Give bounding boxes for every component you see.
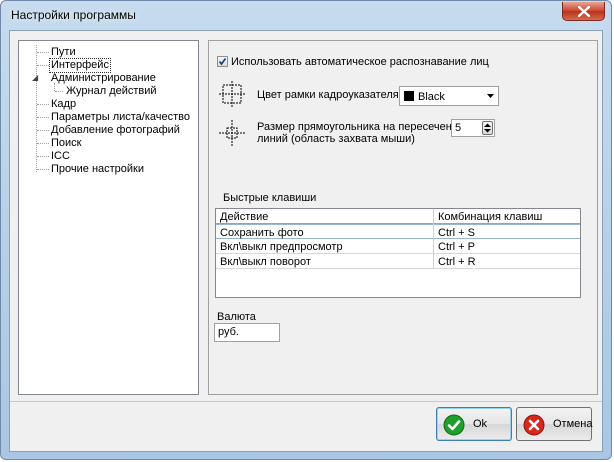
rect-size-spinner[interactable]: 5: [451, 119, 495, 137]
checkmark-icon: [218, 58, 227, 66]
tree-collapse-icon[interactable]: ◢: [32, 73, 38, 82]
hotkey-combo: Ctrl + R: [438, 256, 476, 268]
dialog-client-area: ◢ Пути Интерфейс Администрирование Журна…: [9, 30, 603, 452]
hotkeys-group-label: Быстрые клавиши: [223, 192, 317, 204]
hotkey-combo: Ctrl + S: [438, 227, 475, 239]
hotkeys-grid[interactable]: Действие Комбинация клавиш Сохранить фот…: [215, 208, 581, 298]
tree-connector: [37, 130, 49, 131]
currency-field[interactable]: [214, 323, 280, 342]
tree-connector: [55, 91, 63, 92]
tree-item-other-settings[interactable]: Прочие настройки: [50, 163, 145, 176]
tree-connector: [37, 117, 49, 118]
currency-input[interactable]: [218, 326, 278, 338]
tree-connector: [37, 156, 49, 157]
frame-color-value: Black: [418, 91, 445, 103]
cancel-button[interactable]: Отмена: [516, 407, 592, 441]
hotkey-combo: Ctrl + P: [438, 241, 475, 253]
color-swatch: [404, 91, 414, 101]
rect-size-label-line2: линий (область захвата мыши): [257, 133, 415, 145]
hotkey-action: Сохранить фото: [220, 227, 304, 239]
tree-connector: [37, 52, 49, 53]
face-detection-checkbox[interactable]: [217, 56, 228, 67]
tree-connector: [37, 65, 49, 66]
tree-item-action-log[interactable]: Журнал действий: [65, 85, 158, 98]
tree-item-frame[interactable]: Кадр: [50, 98, 77, 111]
tree-connector: [37, 169, 49, 170]
interface-settings-panel: Использовать автоматическое распознавани…: [208, 40, 598, 395]
tree-connector: [37, 104, 49, 105]
tree-item-search[interactable]: Поиск: [50, 137, 82, 150]
rect-size-value: 5: [455, 122, 462, 134]
chevron-down-icon: [487, 94, 494, 98]
hotkey-action: Вкл\выкл поворот: [220, 256, 311, 268]
window-title: Настройки программы: [11, 8, 136, 22]
close-button[interactable]: [562, 2, 605, 21]
tree-item-icc[interactable]: ICC: [50, 150, 71, 163]
frame-color-select[interactable]: Black: [399, 86, 499, 106]
close-icon: [578, 6, 590, 17]
settings-tree[interactable]: ◢ Пути Интерфейс Администрирование Журна…: [18, 40, 199, 395]
frame-color-label: Цвет рамки кадроуказателя: [257, 89, 399, 101]
column-header-action[interactable]: Действие: [220, 211, 268, 223]
grid-rectangle-icon: [219, 120, 245, 146]
grid-header-row: Действие Комбинация клавиш: [216, 209, 580, 224]
table-row[interactable]: Вкл\выкл предпросмотр Ctrl + P: [216, 239, 580, 254]
ok-button[interactable]: Ok: [436, 407, 512, 441]
hotkey-action: Вкл\выкл предпросмотр: [220, 241, 343, 253]
ok-button-label: Ok: [473, 418, 488, 430]
tree-item-paths[interactable]: Пути: [50, 46, 77, 59]
column-header-keys[interactable]: Комбинация клавиш: [438, 211, 542, 223]
spin-buttons[interactable]: [482, 121, 493, 135]
rect-size-label-line1: Размер прямоугольника на пересечениях: [257, 121, 470, 133]
tree-item-interface[interactable]: Интерфейс: [49, 58, 111, 73]
cancel-button-label: Отмена: [553, 418, 593, 430]
column-divider: [433, 209, 434, 269]
spin-arrows-icon: [484, 123, 491, 133]
settings-window: Настройки программы ◢ Пути Интерфейс Адм…: [0, 0, 612, 460]
tree-connector: [37, 143, 49, 144]
table-row[interactable]: Сохранить фото Ctrl + S: [216, 224, 580, 239]
cancel-icon: [523, 414, 545, 436]
face-detection-label: Использовать автоматическое распознавани…: [231, 56, 489, 68]
tree-item-add-photos[interactable]: Добавление фотографий: [50, 124, 181, 137]
currency-label: Валюта: [217, 311, 256, 323]
footer-divider: [10, 401, 602, 402]
tree-item-administration[interactable]: Администрирование: [50, 72, 157, 85]
table-row[interactable]: Вкл\выкл поворот Ctrl + R: [216, 254, 580, 269]
frame-cross-icon: [219, 81, 245, 107]
tree-item-sheet-params[interactable]: Параметры листа/качество: [50, 111, 191, 124]
check-icon: [443, 414, 465, 436]
